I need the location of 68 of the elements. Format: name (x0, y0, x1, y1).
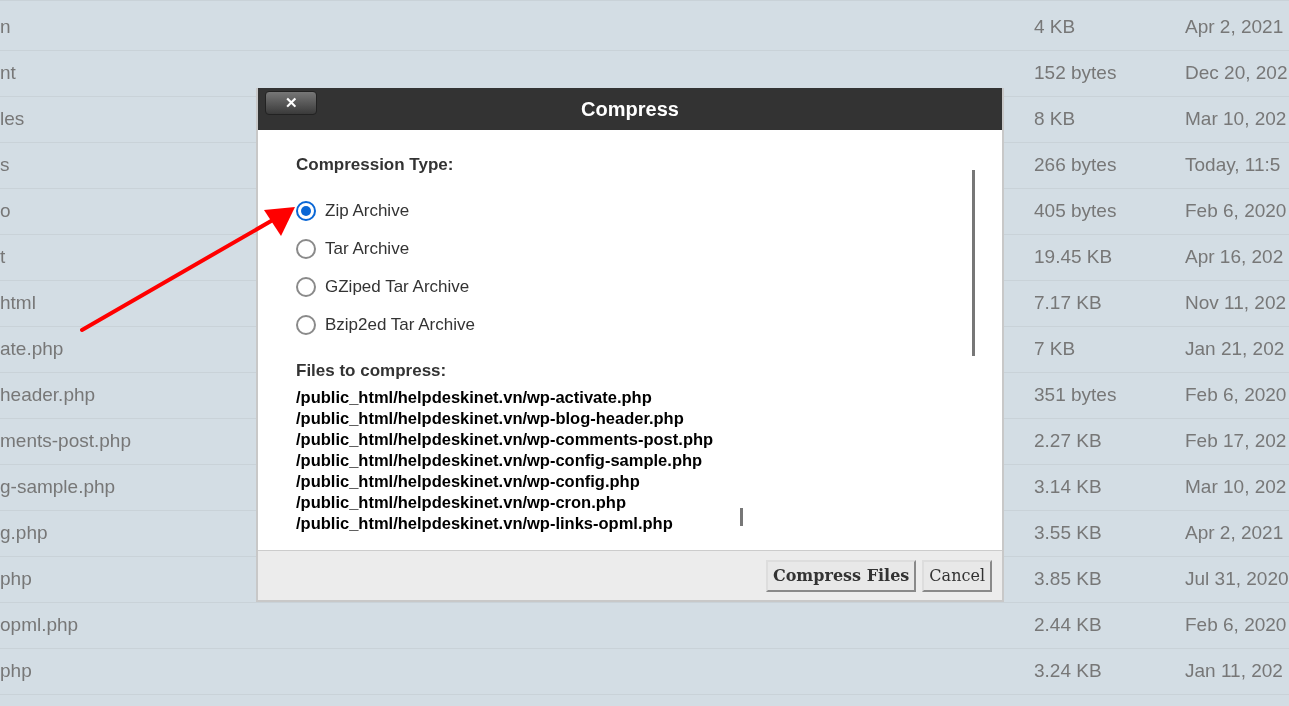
file-date: Apr 2, 2021 (1185, 522, 1284, 544)
file-path: /public_html/helpdeskinet.vn/wp-links-opml.php (296, 513, 673, 534)
file-name[interactable]: t (0, 246, 6, 268)
file-name[interactable]: php (0, 660, 32, 682)
file-size: 3.14 KB (1034, 476, 1102, 498)
file-date: Apr 16, 202 (1185, 246, 1284, 268)
radio-button[interactable] (296, 200, 316, 221)
radio-label[interactable]: Bzip2ed Tar Archive (325, 311, 475, 338)
file-path: /public_html/helpdeskinet.vn/wp-activate.php (296, 387, 652, 408)
file-date: Apr 2, 2021 (1185, 16, 1284, 38)
file-name[interactable]: html (0, 292, 36, 314)
file-date: Feb 6, 2020 (1185, 200, 1287, 222)
file-date: Mar 10, 202 (1185, 108, 1287, 130)
radio-button[interactable] (296, 238, 316, 259)
files-label: Files to compress: (296, 359, 448, 382)
radio-button[interactable] (296, 314, 316, 335)
file-size: 19.45 KB (1034, 246, 1113, 268)
file-name[interactable]: nt (0, 62, 16, 84)
file-path: /public_html/helpdeskinet.vn/wp-cron.php (296, 492, 627, 513)
file-size: 7 KB (1034, 338, 1076, 360)
file-path: /public_html/helpdeskinet.vn/wp-config-sample.php (296, 450, 703, 471)
file-size: 8 KB (1034, 108, 1076, 130)
file-size: 3.24 KB (1034, 660, 1102, 682)
file-name[interactable]: s (0, 154, 10, 176)
file-size: 3.85 KB (1034, 568, 1102, 590)
file-date: Jan 11, 202 (1185, 660, 1283, 682)
file-date: Feb 17, 202 (1185, 430, 1287, 452)
file-path: /public_html/helpdeskinet.vn/wp-config.php (296, 471, 640, 492)
file-size: 2.27 KB (1034, 430, 1102, 452)
file-size: 351 bytes (1034, 384, 1117, 406)
file-date: Mar 10, 202 (1185, 476, 1287, 498)
radio-label[interactable]: Tar Archive (325, 235, 410, 262)
file-name[interactable]: g.php (0, 522, 48, 544)
compression-type-label: Compression Type: (296, 154, 455, 176)
file-size: 3.55 KB (1034, 522, 1102, 544)
file-size: 4 KB (1034, 16, 1076, 38)
file-name[interactable]: les (0, 108, 25, 130)
file-size: 405 bytes (1034, 200, 1117, 222)
file-name[interactable]: o (0, 200, 11, 222)
file-size: 7.17 KB (1034, 292, 1102, 314)
radio-label[interactable]: GZiped Tar Archive (325, 273, 470, 300)
file-path: /public_html/helpdeskinet.vn/wp-comments-post.php (296, 429, 714, 450)
file-name[interactable]: php (0, 568, 32, 590)
scrollbar-thumb[interactable] (740, 508, 743, 526)
file-date: Feb 6, 2020 (1185, 384, 1287, 406)
cancel-button[interactable]: Cancel (922, 559, 992, 592)
file-date: Dec 20, 202 (1185, 62, 1288, 84)
file-size: 266 bytes (1034, 154, 1117, 176)
radio-label[interactable]: Zip Archive (325, 197, 410, 224)
file-name[interactable]: header.php (0, 384, 96, 406)
scrollbar-thumb[interactable] (972, 170, 975, 356)
file-name[interactable]: ate.php (0, 338, 64, 360)
file-date: Jan 21, 202 (1185, 338, 1285, 360)
file-name[interactable]: n (0, 16, 11, 38)
file-name[interactable]: g-sample.php (0, 476, 116, 498)
file-date: Nov 11, 202 (1185, 292, 1287, 314)
file-path: /public_html/helpdeskinet.vn/wp-blog-header.php (296, 408, 684, 429)
file-size: 152 bytes (1034, 62, 1117, 84)
close-button[interactable]: ✕ (265, 91, 317, 115)
compress-button[interactable]: Compress Files (765, 559, 917, 592)
file-name[interactable]: opml.php (0, 614, 79, 636)
dialog-title: Compress (581, 97, 679, 122)
file-name[interactable]: ments-post.php (0, 430, 131, 452)
file-date: Today, 11:5 (1185, 154, 1281, 176)
file-size: 2.44 KB (1034, 614, 1102, 636)
file-date: Jul 31, 2020 (1185, 568, 1289, 590)
file-date: Feb 6, 2020 (1185, 614, 1287, 636)
radio-button[interactable] (296, 276, 316, 297)
